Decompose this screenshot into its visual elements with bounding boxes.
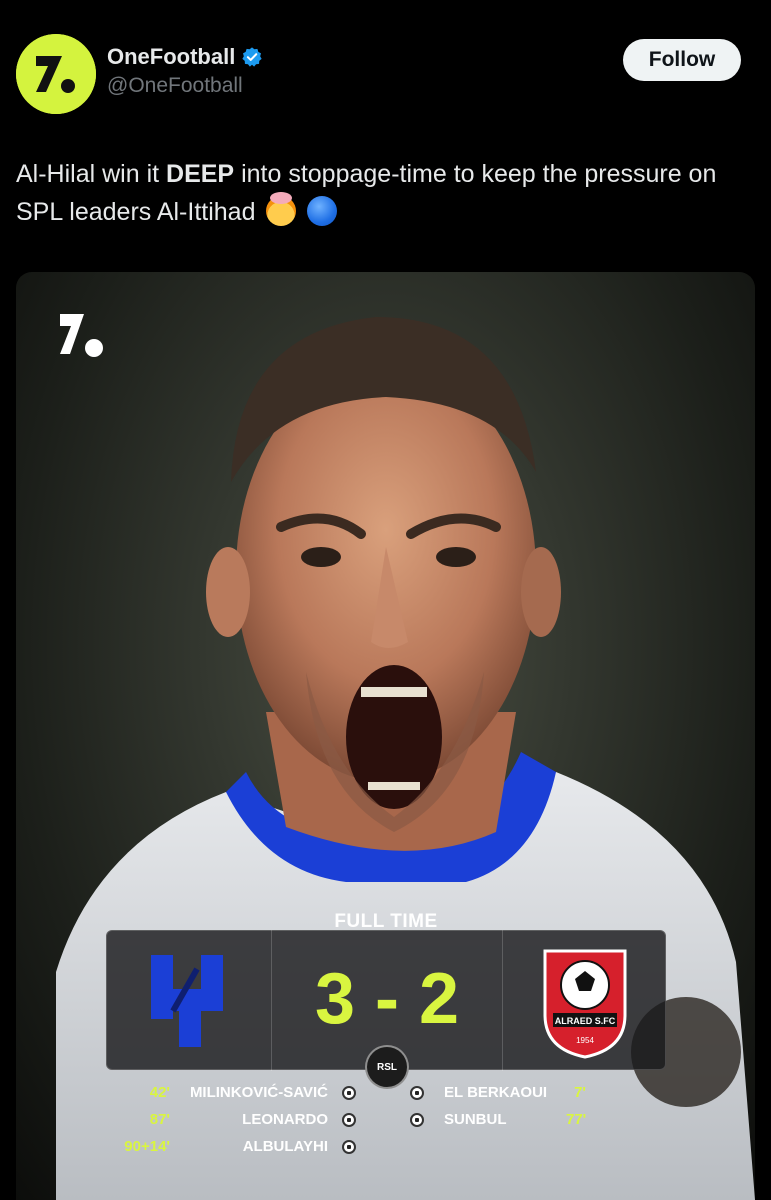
- home-scorer-row: 87' LEONARDO: [106, 1111, 356, 1133]
- tweet-text: Al-Hilal win it DEEP into stoppage-time …: [16, 155, 736, 231]
- display-name[interactable]: OneFootball: [107, 44, 235, 70]
- away-scorer-row: EL BERKAOUI 7': [410, 1084, 610, 1106]
- home-scorer-row: 42' MILINKOVIĆ-SAVIĆ: [106, 1084, 356, 1106]
- scorer-name: SUNBUL: [444, 1111, 507, 1128]
- away-scorer-row: SUNBUL 77': [410, 1111, 610, 1133]
- football-icon: [410, 1086, 424, 1100]
- away-crest-text: ALRAED S.FC: [555, 1016, 616, 1026]
- scorer-name: EL BERKAOUI: [444, 1084, 548, 1101]
- scorer-name: ALBULAYHI: [242, 1138, 328, 1155]
- match-graphic-image[interactable]: FULL TIME 3 - 2 ALRAED S.FC 1954 RSL 42'…: [16, 272, 755, 1200]
- football-icon: [342, 1140, 356, 1154]
- goal-minute: 90+14': [124, 1138, 170, 1155]
- final-score: 3 - 2: [271, 949, 503, 1049]
- football-icon: [342, 1113, 356, 1127]
- match-status-label: FULL TIME: [334, 911, 438, 932]
- football-icon: [342, 1086, 356, 1100]
- follow-button[interactable]: Follow: [623, 39, 741, 81]
- verified-badge-icon: [241, 46, 263, 68]
- goal-minute: 7': [574, 1084, 586, 1101]
- home-score: 3: [314, 959, 355, 1039]
- al-hilal-crest-icon: [137, 949, 237, 1053]
- blue-circle-emoji-icon: [307, 196, 338, 226]
- al-raed-crest-icon: ALRAED S.FC 1954: [539, 945, 631, 1059]
- tweet-text-bold: DEEP: [166, 160, 235, 188]
- away-score: 2: [419, 959, 460, 1039]
- goal-minute: 77': [566, 1111, 587, 1128]
- score-separator: -: [375, 959, 399, 1039]
- exploding-head-emoji-icon: [266, 192, 297, 226]
- goal-scorers: 42' MILINKOVIĆ-SAVIĆ 87' LEONARDO 90+14'…: [16, 1084, 755, 1164]
- scorer-name: MILINKOVIĆ-SAVIĆ: [189, 1084, 328, 1101]
- tweet-text-part-1: Al-Hilal win it: [16, 160, 167, 188]
- user-handle[interactable]: @OneFootball: [107, 74, 263, 98]
- home-scorer-row: 90+14' ALBULAYHI: [106, 1138, 356, 1160]
- onefootball-watermark-icon: [54, 308, 114, 364]
- goal-minute: 42': [149, 1084, 170, 1101]
- goal-minute: 87': [149, 1111, 170, 1128]
- scorer-name: LEONARDO: [242, 1111, 328, 1128]
- onefootball-logo-icon: [16, 34, 96, 114]
- football-icon: [410, 1113, 424, 1127]
- author-info: OneFootball @OneFootball: [107, 44, 263, 98]
- post-header: OneFootball @OneFootball Follow: [16, 34, 741, 120]
- away-crest-year: 1954: [576, 1036, 594, 1045]
- rsl-league-logo: RSL: [365, 1045, 409, 1089]
- onefootball-avatar[interactable]: [16, 34, 96, 114]
- score-panel: FULL TIME 3 - 2 ALRAED S.FC 1954 RSL: [106, 911, 666, 1089]
